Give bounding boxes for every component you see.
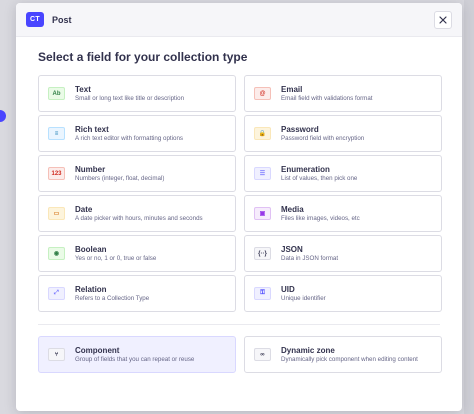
field-type-json[interactable]: {··} JSON Data in JSON format [244,235,442,272]
field-type-description: Yes or no, 1 or 0, true or false [75,254,157,262]
component-type-grid: ⑂ Component Group of fields that you can r… [38,336,442,373]
section-title: Select a field for your collection type [38,50,248,64]
field-type-description: Email field with validations format [281,94,373,102]
infinity-icon: ∞ [254,348,271,361]
paragraph-icon: ≡ [48,127,65,140]
field-type-label: JSON [281,244,303,254]
field-type-description: Data in JSON format [281,254,339,262]
field-type-text: Email Email field with validations format [281,85,372,102]
field-type-description: Dynamically pick component when editing … [281,355,418,363]
field-type-grid: Ab Text Small or long text like title or d… [38,75,442,312]
field-type-email[interactable]: @ Email Email field with validations forma… [244,75,442,112]
field-type-label: Email [281,84,303,94]
field-type-number[interactable]: 123 Number Numbers (integer, float, decima… [38,155,236,192]
field-type-label: Rich text [75,124,109,134]
field-type-text: Enumeration List of values, then pick one [281,165,357,182]
field-type-label: Password [281,124,319,134]
field-type-text: Password Password field with encryption [281,125,364,142]
field-type-text: JSON Data in JSON format [281,245,338,262]
field-type-text: Rich text A rich text editor with formatt… [75,125,183,142]
field-type-label: Number [75,164,106,174]
field-type-boolean[interactable]: ◉ Boolean Yes or no, 1 or 0, true or false [38,235,236,272]
field-type-password[interactable]: 🔒 Password Password field with encryption [244,115,442,152]
field-type-label: Text [75,84,91,94]
component-icon: ⑂ [48,348,65,361]
modal-body: Select a field for your collection type … [16,37,462,373]
relation-icon: ⤢ [48,287,65,300]
field-type-label: Dynamic zone [281,345,335,355]
field-type-media[interactable]: ▣ Media Files like images, videos, etc [244,195,442,232]
field-type-label: Boolean [75,244,107,254]
list-icon: ☰ [254,167,271,180]
toggle-icon: ◉ [48,247,65,260]
field-type-text: Text Small or long text like title or des… [75,85,184,102]
close-button[interactable] [434,10,452,29]
field-type-enumeration[interactable]: ☰ Enumeration List of values, then pick on… [244,155,442,192]
calendar-icon: ▭ [48,207,65,220]
field-type-label: Media [281,204,304,214]
field-type-label: Date [75,204,93,214]
background-indicator [0,110,6,122]
field-type-description: List of values, then pick one [281,174,358,182]
field-type-description: A rich text editor with formatting optio… [75,134,183,142]
field-type-dynamic-zone[interactable]: ∞ Dynamic zone Dynamically pick component … [244,336,442,373]
field-type-rich-text[interactable]: ≡ Rich text A rich text editor with format… [38,115,236,152]
modal-header: CT Post [16,3,462,37]
field-type-description: Password field with encryption [281,134,365,142]
content-type-badge: CT [26,12,44,27]
number-icon: 123 [48,167,65,180]
field-type-label: UID [281,284,295,294]
field-type-description: Group of fields that you can repeat or r… [75,355,195,363]
field-type-text: Date A date picker with hours, minutes an… [75,205,203,222]
field-type-text: Relation Refers to a Collection Type [75,285,149,302]
key-icon: ⚿ [254,287,271,300]
field-type-text: UID Unique identifier [281,285,326,302]
json-icon: {··} [254,247,271,260]
backdrop [464,0,474,414]
field-type-relation[interactable]: ⤢ Relation Refers to a Collection Type [38,275,236,312]
field-type-component[interactable]: ⑂ Component Group of fields that you can r… [38,336,236,373]
field-type-text: Number Numbers (integer, float, decimal) [75,165,164,182]
content-type-title: Post [52,14,72,25]
add-field-modal: CT Post Select a field for your collecti… [16,3,462,411]
field-type-label: Enumeration [281,164,330,174]
at-icon: @ [254,87,271,100]
field-type-description: Unique identifier [281,294,326,302]
field-type-description: Refers to a Collection Type [75,294,150,302]
field-type-description: Files like images, videos, etc [281,214,360,222]
lock-icon: 🔒 [254,127,271,140]
field-type-label: Relation [75,284,107,294]
text-icon: Ab [48,87,65,100]
field-type-text: Component Group of fields that you can re… [75,346,194,363]
field-type-text: Dynamic zone Dynamically pick component w… [281,346,418,363]
field-type-text: Boolean Yes or no, 1 or 0, true or false [75,245,156,262]
field-type-date[interactable]: ▭ Date A date picker with hours, minutes a… [38,195,236,232]
media-icon: ▣ [254,207,271,220]
field-type-description: Small or long text like title or descrip… [75,94,185,102]
field-type-description: A date picker with hours, minutes and se… [75,214,203,222]
field-type-text[interactable]: Ab Text Small or long text like title or d… [38,75,236,112]
field-type-text: Media Files like images, videos, etc [281,205,360,222]
field-type-uid[interactable]: ⚿ UID Unique identifier [244,275,442,312]
field-type-label: Component [75,345,120,355]
field-type-description: Numbers (integer, float, decimal) [75,174,165,182]
close-icon [439,15,447,24]
divider [38,324,440,325]
